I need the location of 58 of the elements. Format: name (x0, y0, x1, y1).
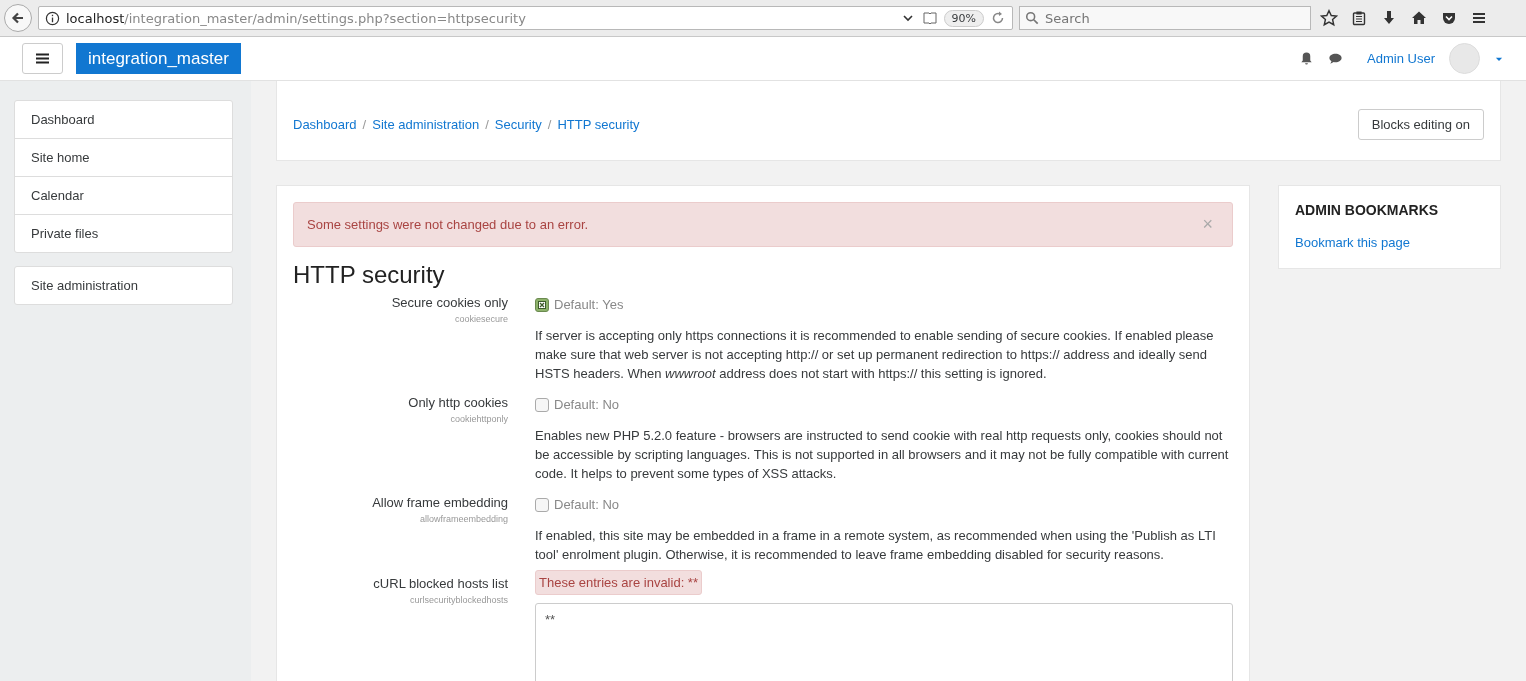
section-title: HTTP security (293, 261, 446, 289)
pocket-icon[interactable] (1441, 10, 1457, 26)
blocks-editing-button[interactable]: Blocks editing on (1357, 109, 1484, 140)
sidebar-item[interactable]: Site home (15, 138, 232, 176)
setting-key: cookiehttponly (450, 414, 508, 424)
sidebar-item[interactable]: Calendar (15, 176, 232, 214)
back-arrow-icon (11, 11, 25, 25)
download-icon[interactable] (1381, 10, 1397, 26)
block-title: ADMIN BOOKMARKS (1295, 202, 1440, 218)
info-icon[interactable] (45, 10, 60, 26)
chat-bubble-icon[interactable] (1328, 51, 1344, 66)
zoom-level[interactable]: 90% (943, 9, 984, 27)
default-value: Default: No (554, 397, 620, 412)
sidebar-item[interactable]: Dashboard (15, 101, 232, 138)
setting-description: If server is accepting only https connections it is recommended to enable sending of secure cookies. If enabled please make sure that web server is not accepting http:// or set up permanent redirection to https:// address and ideally send HSTS headers. When wwwroot address does not start with https:// this setting is ignored. (535, 327, 1215, 383)
breadcrumb-link[interactable]: Security (494, 117, 542, 132)
setting-label: Secure cookies only (391, 295, 508, 310)
site-brand[interactable]: integration_master (76, 43, 241, 74)
sidebar-item[interactable]: Site administration (15, 267, 232, 304)
setting-description: Enables new PHP 5.2.0 feature - browsers are instructed to send cookie with real http requests only, cookies should not be accessible by scripting languages. This is not supported in all browsers and it may not be fully compatible with current code. It helps to prevent some types of XSS attacks. (535, 427, 1230, 483)
setting-label: Allow frame embedding (372, 495, 508, 510)
star-icon[interactable] (1320, 9, 1338, 27)
clipboard-icon[interactable] (1351, 10, 1367, 26)
reload-icon[interactable] (990, 10, 1006, 26)
search-input[interactable]: Search (1043, 9, 1305, 27)
setting-key: cookiesecure (454, 314, 508, 324)
breadcrumb-separator: / (485, 117, 489, 132)
checkbox[interactable] (535, 297, 549, 312)
setting-label: Only http cookies (408, 395, 508, 410)
breadcrumb-separator: / (547, 117, 552, 132)
home-icon[interactable] (1411, 10, 1427, 26)
setting-key: curlsecurityblockedhosts (409, 595, 508, 605)
alert-message: Some settings were not changed due to an error. (307, 217, 589, 232)
sidebar-item[interactable]: Private files (15, 214, 232, 252)
search-field[interactable]: Search (1019, 6, 1311, 30)
menu-icon (36, 53, 49, 64)
setting-description: If enabled, this site may be embedded in a frame in a remote system, as recommended when using the 'Publish as LTI tool' enrolment plugin. Otherwise, it is recommended to leave frame embedding disabled for security reasons. (535, 527, 1217, 564)
url-text: localhost/integration_master/admin/settings.php?section=httpsecurity (66, 10, 527, 26)
breadcrumb-separator: / (362, 117, 367, 132)
address-bar[interactable]: localhost/integration_master/admin/settings.php?section=httpsecurity 90% (38, 6, 1013, 30)
search-icon (1025, 11, 1039, 25)
breadcrumb-link[interactable]: HTTP security (557, 117, 640, 132)
back-button[interactable] (4, 4, 32, 32)
setting-label: cURL blocked hosts list (373, 576, 508, 591)
setting-key: allowframeembedding (419, 514, 508, 524)
menu-button[interactable] (22, 43, 63, 74)
default-value: Default: Yes (554, 297, 624, 312)
checkbox[interactable] (535, 397, 549, 412)
breadcrumb-link[interactable]: Dashboard (293, 117, 357, 132)
checkbox[interactable] (535, 497, 549, 512)
user-name-link[interactable]: Admin User (1367, 51, 1435, 66)
reader-icon[interactable] (921, 10, 938, 26)
bookmark-link[interactable]: Bookmark this page (1295, 235, 1484, 250)
hosts-textarea[interactable]: ** (535, 603, 1233, 681)
default-value: Default: No (554, 497, 620, 512)
menu-icon[interactable] (1471, 10, 1487, 26)
validation-error: These entries are invalid: ** (535, 570, 702, 595)
breadcrumb-link[interactable]: Site administration (372, 117, 480, 132)
